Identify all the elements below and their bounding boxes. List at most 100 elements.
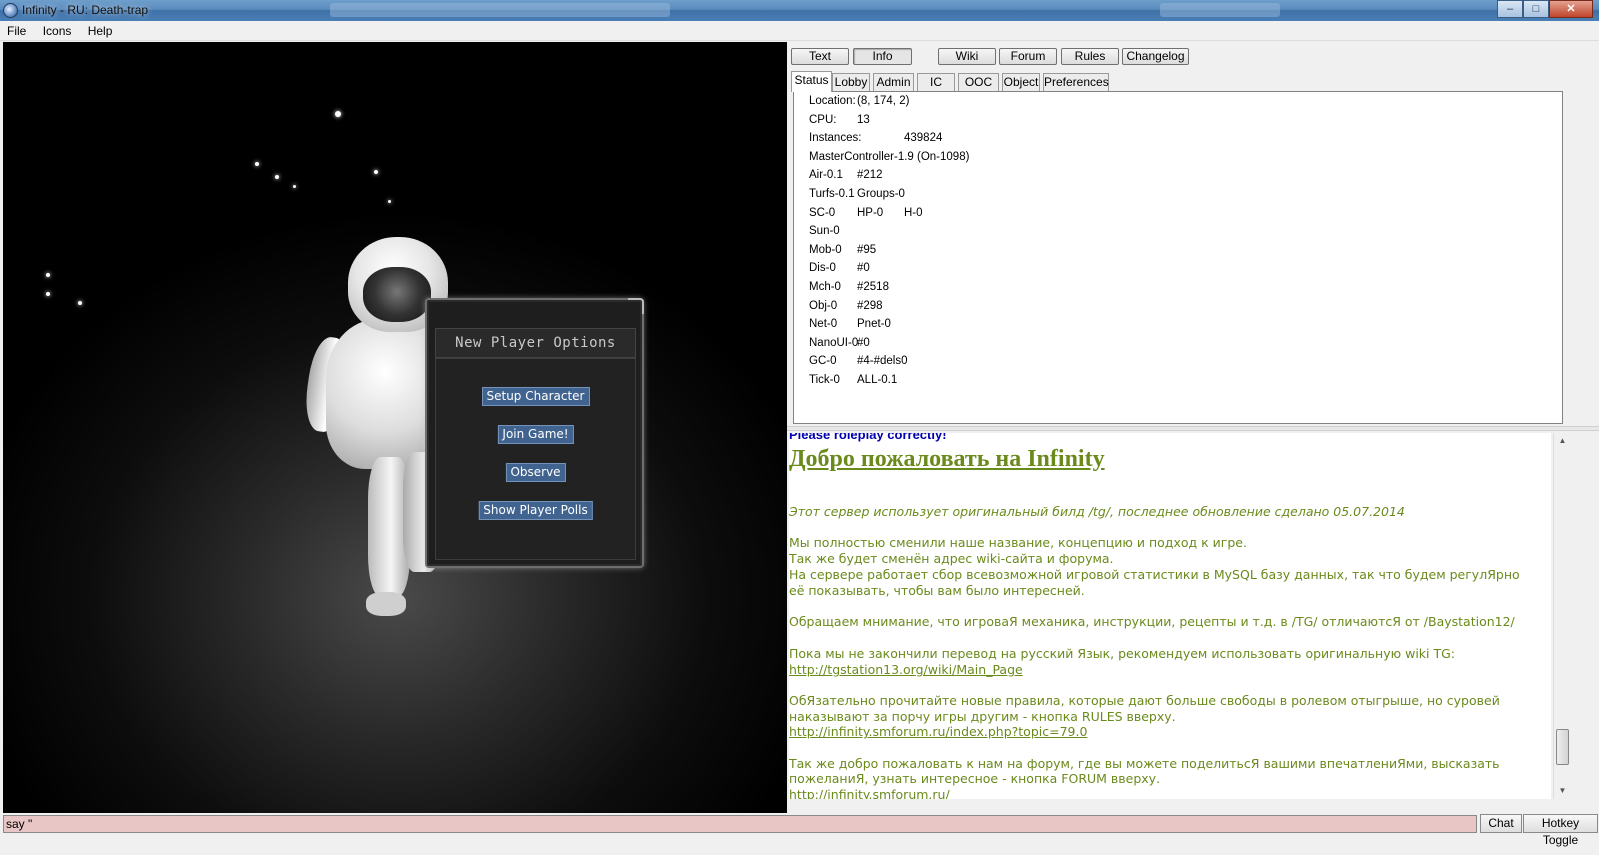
chat-line: Обращаем мнимание, что игроваЯ механика,… <box>789 614 1515 629</box>
observe-button[interactable]: Observe <box>505 463 566 482</box>
command-input[interactable]: say " <box>3 815 1477 833</box>
panel-title: New Player Options <box>435 328 636 358</box>
status-cell: Instances: <box>809 132 862 145</box>
title-bar-glass <box>330 3 670 17</box>
tab-object[interactable]: Object <box>1002 73 1040 91</box>
chat-line: Пока мы не закончили перевод на русский … <box>789 646 1456 661</box>
tab-ooc[interactable]: OOC <box>958 73 999 91</box>
info-button[interactable]: Info <box>853 48 912 65</box>
status-cell: MasterController-1.9 (On-1098) <box>809 150 970 163</box>
status-cell: 13 <box>857 113 870 126</box>
forum-link[interactable]: http://infinity.smforum.ru/ <box>789 787 950 799</box>
chat-cut-line: Please roleplay correctly! <box>789 433 947 442</box>
status-cell: #212 <box>857 169 883 182</box>
chat-line: Так же будет сменён адрес wiki-сайта и ф… <box>789 551 1114 566</box>
new-player-options-panel: New Player Options Setup Character Join … <box>425 298 644 568</box>
menu-icons[interactable]: Icons <box>36 21 78 38</box>
command-bar: say " Chat Hotkey Toggle <box>0 813 1599 855</box>
status-cell: Mch-0 <box>809 281 841 293</box>
close-button[interactable]: ✕ <box>1549 0 1593 18</box>
chat-line: Мы полностью сменили наше название, конц… <box>789 535 1247 550</box>
status-cell: Groups-0 <box>857 188 905 200</box>
status-cell: GC-0 <box>809 355 837 368</box>
status-cell: Pnet-0 <box>857 318 891 331</box>
app-icon <box>3 3 18 18</box>
status-cell: Mob-0 <box>809 243 842 256</box>
star <box>255 162 259 166</box>
changelog-button[interactable]: Changelog <box>1122 48 1189 65</box>
status-cell: (8, 174, 2) <box>857 95 910 107</box>
rules-link[interactable]: http://infinity.smforum.ru/index.php?top… <box>789 724 1087 739</box>
panel-splitter[interactable] <box>787 426 1599 431</box>
panel-body: Setup Character Join Game! Observe Show … <box>435 358 636 560</box>
chat-line: На сервере работает сбор всевозможной иг… <box>789 567 1520 582</box>
status-cell: Turfs-0.1 <box>809 188 855 200</box>
status-cell: Obj-0 <box>809 299 838 312</box>
chat-button[interactable]: Chat <box>1480 814 1522 833</box>
status-cell: Air-0.1 <box>809 169 843 182</box>
chat-line: ОбЯзательно прочитайте новые правила, ко… <box>789 693 1500 708</box>
chat-line: Этот сервер использует оригинальный билд… <box>789 504 1405 519</box>
tab-admin[interactable]: Admin <box>873 73 914 91</box>
title-bar: Infinity - RU: Death-trap – □ ✕ <box>0 0 1599 21</box>
status-cell: 439824 <box>904 132 943 145</box>
text-button[interactable]: Text <box>791 48 849 65</box>
chat-line: её показывать, чтобы вам было интересней… <box>789 583 1085 598</box>
right-panel: Text Info Wiki Forum Rules Changelog Sta… <box>787 42 1599 813</box>
status-cell: Sun-0 <box>809 225 840 238</box>
chat-scrollbar[interactable]: ▲ ▼ <box>1553 433 1570 799</box>
rules-button[interactable]: Rules <box>1061 48 1119 65</box>
scroll-thumb[interactable] <box>1556 729 1569 765</box>
tab-status[interactable]: Status <box>791 71 832 92</box>
scroll-up-icon[interactable]: ▲ <box>1554 433 1571 449</box>
status-cell: SC-0 <box>809 206 836 219</box>
star <box>275 175 279 179</box>
status-cell: Net-0 <box>809 318 838 331</box>
status-cell: HP-0 <box>857 206 884 219</box>
menu-help[interactable]: Help <box>81 21 119 38</box>
status-cell: #0 <box>857 336 870 349</box>
forum-button[interactable]: Forum <box>999 48 1057 65</box>
star <box>293 185 296 188</box>
star <box>46 273 50 277</box>
panel-corner <box>628 298 644 314</box>
tab-lobby[interactable]: Lobby <box>832 73 870 91</box>
tab-preferences[interactable]: Preferences <box>1043 73 1109 91</box>
tab-ic[interactable]: IC <box>917 73 955 91</box>
status-cell: #95 <box>857 243 877 256</box>
status-panel: Location: (8, 174, 2) CPU: 13 Instances: 4398… <box>793 91 1563 424</box>
status-cell: #298 <box>857 299 883 312</box>
status-cell: Tick-0 <box>809 374 840 386</box>
wiki-button[interactable]: Wiki <box>938 48 996 65</box>
window-title: Infinity - RU: Death-trap <box>22 3 149 17</box>
join-game-button[interactable]: Join Game! <box>497 425 574 444</box>
menu-file[interactable]: File <box>0 21 32 38</box>
star <box>388 200 391 203</box>
tg-wiki-link[interactable]: http://tgstation13.org/wiki/Main_Page <box>789 662 1023 677</box>
star <box>46 292 50 296</box>
star <box>78 301 82 305</box>
hotkey-toggle-button[interactable]: Hotkey Toggle <box>1523 814 1598 847</box>
minimize-button[interactable]: – <box>1497 0 1523 18</box>
game-map-viewport[interactable] <box>3 42 795 813</box>
show-player-polls-button[interactable]: Show Player Polls <box>478 501 593 520</box>
status-cell: CPU: <box>809 113 837 126</box>
chat-output: Please roleplay correctly! Добро пожалов… <box>789 433 1551 799</box>
star <box>374 170 378 174</box>
welcome-heading: Добро пожаловать на Infinity <box>789 446 1105 472</box>
status-cell: #2518 <box>857 281 889 293</box>
chat-line: Так же добро пожаловать к нам на форум, … <box>789 756 1500 771</box>
chat-line: пожеланиЯ, узнать интересное - кнопка FO… <box>789 771 1161 786</box>
status-cell: #4-#dels0 <box>857 355 908 368</box>
menu-bar: File Icons Help <box>0 21 1599 41</box>
status-cell: Location: <box>809 95 856 107</box>
status-cell: NanoUI-0 <box>809 336 859 349</box>
status-cell: H-0 <box>904 206 923 219</box>
status-cell: #0 <box>857 262 870 275</box>
setup-character-button[interactable]: Setup Character <box>481 387 590 406</box>
status-cell: Dis-0 <box>809 262 836 275</box>
star <box>335 111 341 117</box>
maximize-button[interactable]: □ <box>1523 0 1549 18</box>
title-bar-glass-2 <box>1160 3 1280 17</box>
scroll-down-icon[interactable]: ▼ <box>1554 783 1571 799</box>
